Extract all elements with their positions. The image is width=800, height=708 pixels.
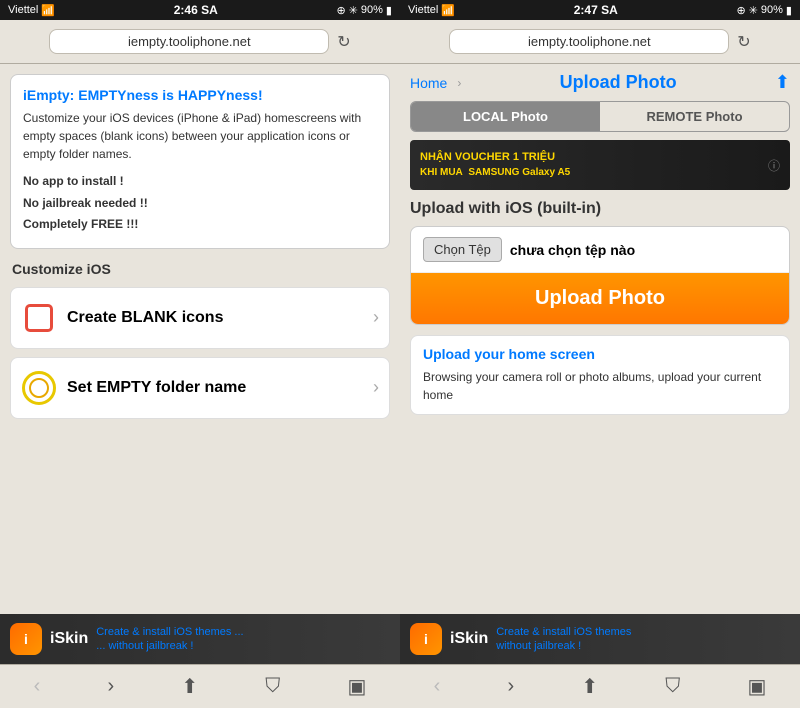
left-location-icon: ⊕ [336, 4, 345, 17]
left-status-right: ⊕ ✳ 90% ▮ [336, 4, 392, 17]
folder-icon [25, 374, 53, 402]
right-url-input[interactable]: iempty.tooliphone.net [449, 29, 729, 54]
right-bookmarks-button[interactable]: ⛉ [655, 671, 690, 702]
blank-icons-label: Create BLANK icons [67, 309, 373, 327]
left-battery-icon: ▮ [386, 4, 392, 17]
blank-icon [25, 304, 53, 332]
right-content: Home › Upload Photo ⬆ LOCAL Photo REMOTE… [400, 64, 800, 614]
feature-2: No jailbreak needed !! [23, 193, 377, 215]
left-ad-banner[interactable]: i iSkin Create & install iOS themes ... … [0, 614, 400, 664]
left-back-button[interactable]: ‹ [24, 671, 51, 702]
left-url-input[interactable]: iempty.tooliphone.net [49, 29, 329, 54]
feature-1: No app to install ! [23, 171, 377, 193]
right-ad-line2: KHI MUA SAMSUNG Galaxy A5 [420, 166, 570, 180]
right-bottom-toolbar: ‹ › ⬆ ⛉ ▣ [400, 664, 800, 708]
upload-dialog: Chọn Tệp chưa chọn tệp nào Upload Photo [410, 226, 790, 325]
left-content: iEmpty: EMPTYness is HAPPYness! Customiz… [0, 64, 400, 614]
nav-home-link[interactable]: Home [410, 75, 447, 91]
left-status-bar: Viettel 📶 2:46 SA ⊕ ✳ 90% ▮ [0, 0, 400, 20]
tab-local-photo[interactable]: LOCAL Photo [411, 102, 600, 131]
empty-folder-label: Set EMPTY folder name [67, 379, 373, 397]
right-ad-logo: i [410, 623, 442, 655]
left-share-button[interactable]: ⬆ [171, 670, 208, 703]
right-address-bar: iempty.tooliphone.net ↻ [400, 20, 800, 64]
left-carrier: Viettel [8, 4, 38, 16]
upload-section-title: Upload with iOS (built-in) [410, 200, 790, 218]
right-wifi-icon: 📶 [441, 4, 455, 17]
right-phone-panel: Viettel 📶 2:47 SA ⊕ ✳ 90% ▮ iempty.tooli… [400, 0, 800, 708]
set-empty-folder-item[interactable]: Set EMPTY folder name › [10, 357, 390, 419]
left-ad-line2: ... without jailbreak ! [96, 639, 243, 653]
upload-info-text: Browsing your camera roll or photo album… [423, 368, 777, 404]
left-bookmarks-button[interactable]: ⛉ [255, 671, 290, 702]
left-wifi-icon: 📶 [41, 4, 55, 17]
right-share-button[interactable]: ⬆ [571, 670, 608, 703]
right-forward-button[interactable]: › [497, 671, 524, 702]
nav-page-title: Upload Photo [471, 72, 765, 93]
left-battery-percent: 90% [361, 4, 383, 16]
right-location-icon: ⊕ [736, 4, 745, 17]
right-carrier: Viettel [408, 4, 438, 16]
left-reload-button[interactable]: ↻ [337, 32, 350, 52]
left-bluetooth-icon: ✳ [349, 4, 358, 17]
tab-remote-photo[interactable]: REMOTE Photo [600, 102, 789, 131]
right-battery-icon: ▮ [786, 4, 792, 17]
upload-info-box: Upload your home screen Browsing your ca… [410, 335, 790, 415]
right-status-bar: Viettel 📶 2:47 SA ⊕ ✳ 90% ▮ [400, 0, 800, 20]
left-ad-logo: i [10, 623, 42, 655]
nav-separator: › [457, 76, 461, 90]
iempty-title: iEmpty: EMPTYness is HAPPYness! [23, 87, 377, 103]
feature-3: Completely FREE !!! [23, 214, 377, 236]
nav-share-button[interactable]: ⬆ [775, 72, 790, 93]
upload-photo-button[interactable]: Upload Photo [411, 273, 789, 324]
empty-folder-chevron: › [373, 377, 379, 398]
upload-info-title: Upload your home screen [423, 346, 777, 362]
left-tabs-button[interactable]: ▣ [337, 670, 376, 703]
right-ad-brand: SAMSUNG Galaxy A5 [468, 167, 570, 178]
right-status-left: Viettel 📶 [408, 4, 455, 17]
right-ad-bottom-line2: without jailbreak ! [496, 639, 631, 653]
left-ad-logo-text: i [24, 631, 28, 647]
photo-tab-bar: LOCAL Photo REMOTE Photo [410, 101, 790, 132]
right-bluetooth-icon: ✳ [749, 4, 758, 17]
left-ad-line1: Create & install iOS themes ... [96, 625, 243, 639]
no-file-text: chưa chọn tệp nào [510, 242, 635, 258]
right-status-right: ⊕ ✳ 90% ▮ [736, 4, 792, 17]
upload-section: Upload with iOS (built-in) Chọn Tệp chưa… [400, 200, 800, 425]
right-ad-appname: iSkin [450, 630, 488, 648]
right-tabs-button[interactable]: ▣ [737, 670, 776, 703]
left-phone-panel: Viettel 📶 2:46 SA ⊕ ✳ 90% ▮ iempty.tooli… [0, 0, 400, 708]
blank-icons-chevron: › [373, 307, 379, 328]
iempty-info-box: iEmpty: EMPTYness is HAPPYness! Customiz… [10, 74, 390, 249]
file-choose-row: Chọn Tệp chưa chọn tệp nào [411, 227, 789, 273]
iempty-description: Customize your iOS devices (iPhone & iPa… [23, 109, 377, 163]
left-status-left: Viettel 📶 [8, 4, 55, 17]
left-time: 2:46 SA [174, 3, 218, 17]
right-ad-bottom-line1: Create & install iOS themes [496, 625, 631, 639]
left-address-bar: iempty.tooliphone.net ↻ [0, 20, 400, 64]
create-blank-icons-item[interactable]: Create BLANK icons › [10, 287, 390, 349]
choose-file-button[interactable]: Chọn Tệp [423, 237, 502, 262]
right-ad-logo-text: i [424, 631, 428, 647]
right-nav: Home › Upload Photo ⬆ [400, 64, 800, 101]
iempty-features: No app to install ! No jailbreak needed … [23, 171, 377, 236]
left-ad-appname: iSkin [50, 630, 88, 648]
right-back-button[interactable]: ‹ [424, 671, 451, 702]
right-time: 2:47 SA [574, 3, 618, 17]
folder-icon-area [21, 370, 57, 406]
right-battery-percent: 90% [761, 4, 783, 16]
right-ad-banner[interactable]: NHẬN VOUCHER 1 TRIỆU KHI MUA SAMSUNG Gal… [410, 140, 790, 190]
customize-label: Customize iOS [10, 261, 390, 277]
left-forward-button[interactable]: › [97, 671, 124, 702]
right-ad-line1: NHẬN VOUCHER 1 TRIỆU [420, 150, 570, 165]
right-reload-button[interactable]: ↻ [737, 32, 750, 52]
left-bottom-toolbar: ‹ › ⬆ ⛉ ▣ [0, 664, 400, 708]
right-ad-banner-bottom[interactable]: i iSkin Create & install iOS themes with… [400, 614, 800, 664]
blank-icon-area [21, 300, 57, 336]
right-ad-close[interactable]: ⓘ [768, 157, 780, 174]
